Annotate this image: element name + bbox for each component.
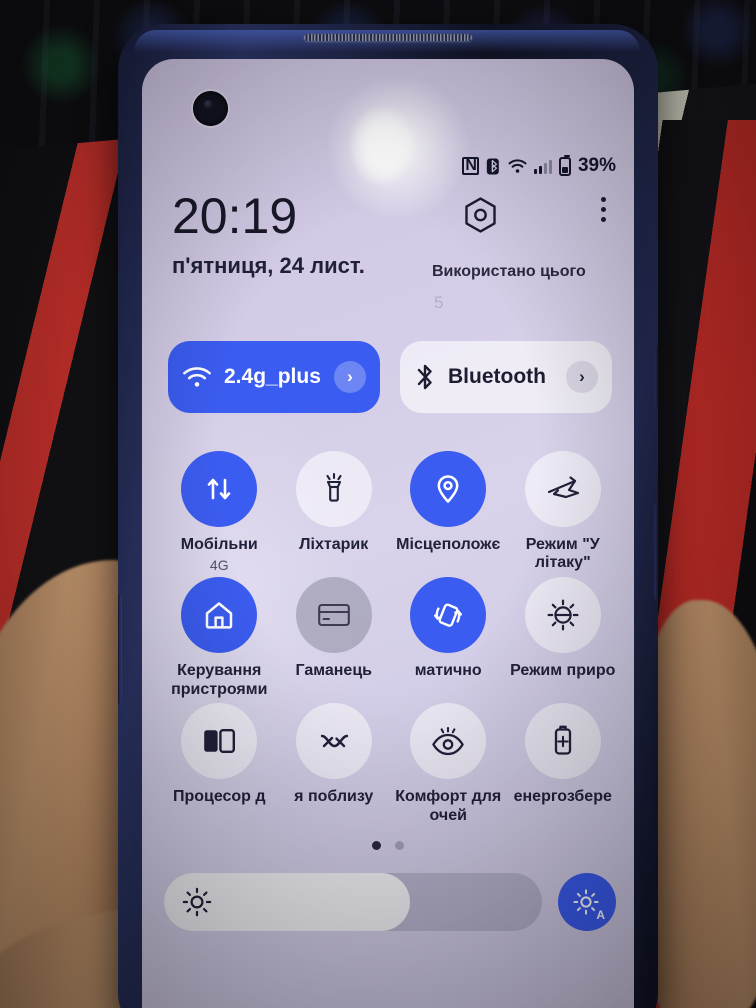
photo-vignette xyxy=(0,0,756,1008)
photo-scene: N xyxy=(0,0,756,1008)
